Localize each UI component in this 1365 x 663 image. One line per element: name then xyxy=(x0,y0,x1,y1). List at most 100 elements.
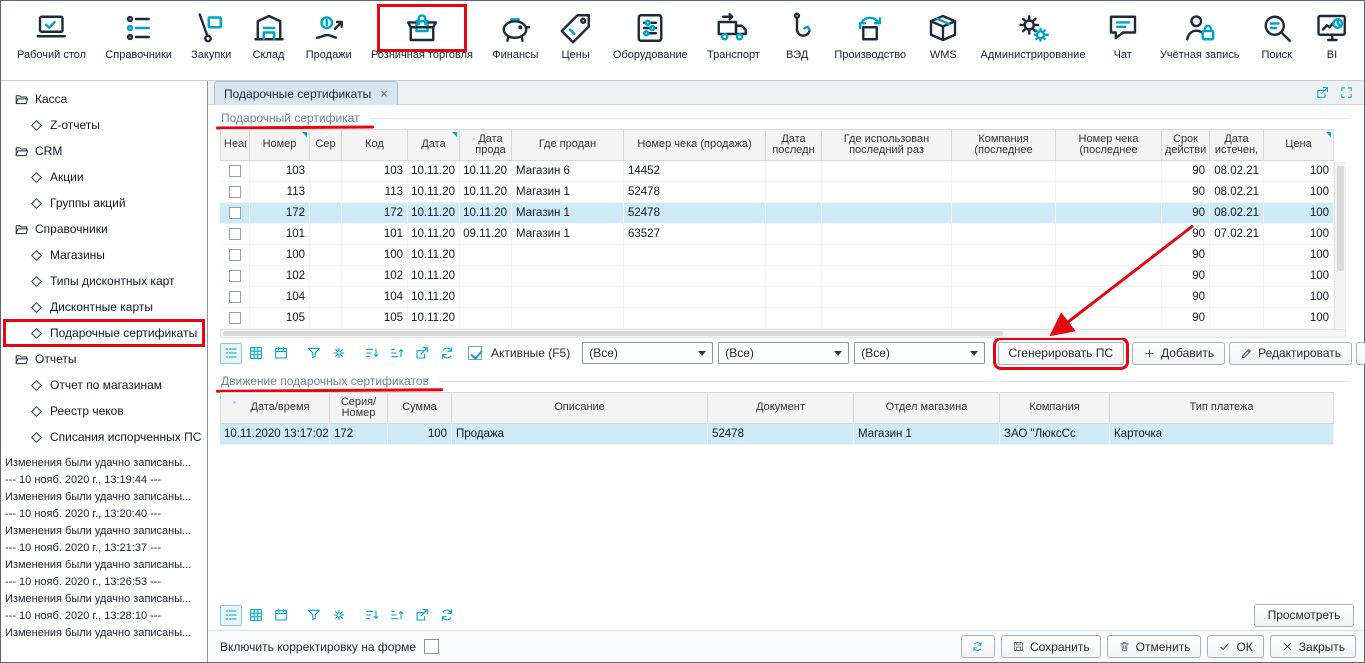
topbar-item-equipment[interactable]: Оборудование xyxy=(609,9,692,62)
topbar-item-warehouse[interactable]: Склад xyxy=(247,9,291,62)
row-checkbox[interactable] xyxy=(229,291,241,303)
topbar-item-wms[interactable]: WMS xyxy=(921,9,965,62)
column-header[interactable]: Номер чека (последнее xyxy=(1056,129,1162,161)
settings-icon[interactable] xyxy=(328,605,350,626)
settings-icon[interactable] xyxy=(328,343,350,364)
column-header[interactable]: Код xyxy=(342,129,408,161)
column-header[interactable]: Неак xyxy=(220,129,250,161)
certificate-row[interactable]: 10410410.11.2090100 xyxy=(220,287,1346,308)
tab-gift-certificates[interactable]: Подарочные сертификаты × xyxy=(214,81,398,105)
tree-item-crm[interactable]: CRM xyxy=(4,138,204,164)
row-checkbox[interactable] xyxy=(229,249,241,261)
column-header[interactable]: Компания xyxy=(1000,392,1110,424)
sort-list-alt-icon[interactable] xyxy=(386,343,408,364)
topbar-item-production[interactable]: Производство xyxy=(830,9,910,62)
column-header[interactable]: Сумма xyxy=(388,392,452,424)
column-header[interactable]: Документ xyxy=(708,392,854,424)
column-header[interactable]: Сер xyxy=(310,129,342,161)
column-header[interactable]: Дата прода xyxy=(460,129,512,161)
filter-dropdown-1[interactable]: (Все) xyxy=(582,342,713,364)
topbar-item-chat[interactable]: Чат xyxy=(1101,9,1145,62)
tree-item-z-reports[interactable]: Z-отчеты xyxy=(4,112,204,138)
column-header[interactable]: Дата истечен, xyxy=(1210,129,1264,161)
topbar-item-bi[interactable]: BI xyxy=(1310,9,1354,62)
view-button[interactable]: Просмотреть xyxy=(1254,604,1354,627)
generate-certificate-button[interactable]: Сгенерировать ПС xyxy=(998,342,1125,365)
topbar-item-retail[interactable]: Розничная торговля xyxy=(367,9,477,62)
sort-list-alt-icon[interactable] xyxy=(386,605,408,626)
topbar-item-finance[interactable]: Финансы xyxy=(488,9,542,62)
tree-item-kassa[interactable]: Касса xyxy=(4,86,204,112)
column-header[interactable]: Описание xyxy=(452,392,708,424)
certificate-row[interactable]: 10110110.11.2009.11.20Магазин 1635279007… xyxy=(220,224,1346,245)
calendar-icon[interactable] xyxy=(270,343,292,364)
column-header[interactable]: Дата последн xyxy=(766,129,822,161)
topbar-item-directories[interactable]: Справочники xyxy=(101,9,176,62)
sort-list-icon[interactable] xyxy=(361,605,383,626)
certificate-row[interactable]: 17217210.11.2010.11.20Магазин 1524789008… xyxy=(220,203,1346,224)
column-header[interactable]: Номер xyxy=(250,129,310,161)
row-checkbox[interactable] xyxy=(229,270,241,282)
calendar-icon[interactable] xyxy=(270,605,292,626)
column-header[interactable]: Компания (последнее xyxy=(952,129,1056,161)
view-list-icon[interactable] xyxy=(220,343,242,364)
topbar-item-prices[interactable]: Цены xyxy=(554,9,598,62)
row-checkbox[interactable] xyxy=(229,165,241,177)
refresh-icon[interactable] xyxy=(436,343,458,364)
movement-row[interactable]: 10.11.2020 13:17:02172100Продажа52478Маг… xyxy=(220,424,1334,445)
tab-close-icon[interactable]: × xyxy=(380,87,388,100)
expand-icon[interactable] xyxy=(1339,85,1354,100)
row-checkbox[interactable] xyxy=(229,312,241,324)
column-header[interactable]: Срок действия, xyxy=(1162,129,1210,161)
add-button[interactable]: Добавить xyxy=(1132,342,1225,365)
filter-dropdown-2[interactable]: (Все) xyxy=(718,342,849,364)
correction-checkbox[interactable] xyxy=(424,639,439,654)
column-header[interactable]: Дата/время xyxy=(220,392,330,424)
certificate-row[interactable]: 10310310.11.2010.11.20Магазин 6144529008… xyxy=(220,161,1346,182)
certificate-row[interactable]: 11311310.11.2010.11.20Магазин 1524789008… xyxy=(220,182,1346,203)
sort-list-icon[interactable] xyxy=(361,343,383,364)
refresh-button[interactable] xyxy=(961,635,995,658)
filter-icon[interactable] xyxy=(303,343,325,364)
column-header[interactable]: Где использован последний раз xyxy=(822,129,952,161)
cancel-button[interactable]: Отменить xyxy=(1107,635,1202,658)
filter-dropdown-3[interactable]: (Все) xyxy=(854,342,985,364)
view-list-icon[interactable] xyxy=(220,605,242,626)
certificate-row[interactable]: 10210210.11.2090100 xyxy=(220,266,1346,287)
topbar-item-transport[interactable]: Транспорт xyxy=(703,9,764,62)
topbar-item-administration[interactable]: Администрирование xyxy=(977,9,1090,62)
tree-item-discount-card-types[interactable]: Типы дисконтных карт xyxy=(4,268,204,294)
column-header[interactable]: Тип платежа xyxy=(1110,392,1334,424)
tree-item-spoiled-certificates[interactable]: Списания испорченных ПС xyxy=(4,424,204,450)
tree-item-promotions[interactable]: Акции xyxy=(4,164,204,190)
vertical-scrollbar[interactable] xyxy=(1334,162,1346,329)
tree-item-references[interactable]: Справочники xyxy=(4,216,204,242)
refresh-icon[interactable] xyxy=(436,605,458,626)
horizontal-scrollbar[interactable] xyxy=(220,329,1346,338)
edit-button[interactable]: Редактировать xyxy=(1229,342,1352,365)
topbar-item-purchases[interactable]: Закупки xyxy=(187,9,235,62)
row-checkbox[interactable] xyxy=(229,228,241,240)
column-header[interactable]: Отдел магазина xyxy=(854,392,1000,424)
tree-item-receipt-registry[interactable]: Реестр чеков xyxy=(4,398,204,424)
topbar-item-desktop[interactable]: Рабочий стол xyxy=(13,9,90,62)
view-grid-icon[interactable] xyxy=(245,605,267,626)
open-window-icon[interactable] xyxy=(411,605,433,626)
certificate-row[interactable]: 10510510.11.2090100 xyxy=(220,308,1346,329)
filter-icon[interactable] xyxy=(303,605,325,626)
view-grid-icon[interactable] xyxy=(245,343,267,364)
active-filter-checkbox[interactable] xyxy=(468,346,482,360)
topbar-item-account[interactable]: Учётная запись xyxy=(1156,9,1244,62)
tree-item-gift-certificates[interactable]: Подарочные сертификаты xyxy=(4,320,204,346)
tree-item-store-report[interactable]: Отчет по магазинам xyxy=(4,372,204,398)
topbar-item-ved[interactable]: ВЭД xyxy=(775,9,819,62)
row-checkbox[interactable] xyxy=(229,186,241,198)
save-button[interactable]: Сохранить xyxy=(1001,635,1101,658)
tree-item-promotion-groups[interactable]: Группы акций xyxy=(4,190,204,216)
topbar-item-sales[interactable]: Продажи xyxy=(302,9,356,62)
topbar-item-search[interactable]: Поиск xyxy=(1255,9,1299,62)
column-header[interactable]: Дата xyxy=(408,129,460,161)
ok-button[interactable]: ОК xyxy=(1207,635,1263,658)
close-button[interactable]: Закрыть xyxy=(1270,635,1356,658)
column-header[interactable]: Где продан xyxy=(512,129,624,161)
